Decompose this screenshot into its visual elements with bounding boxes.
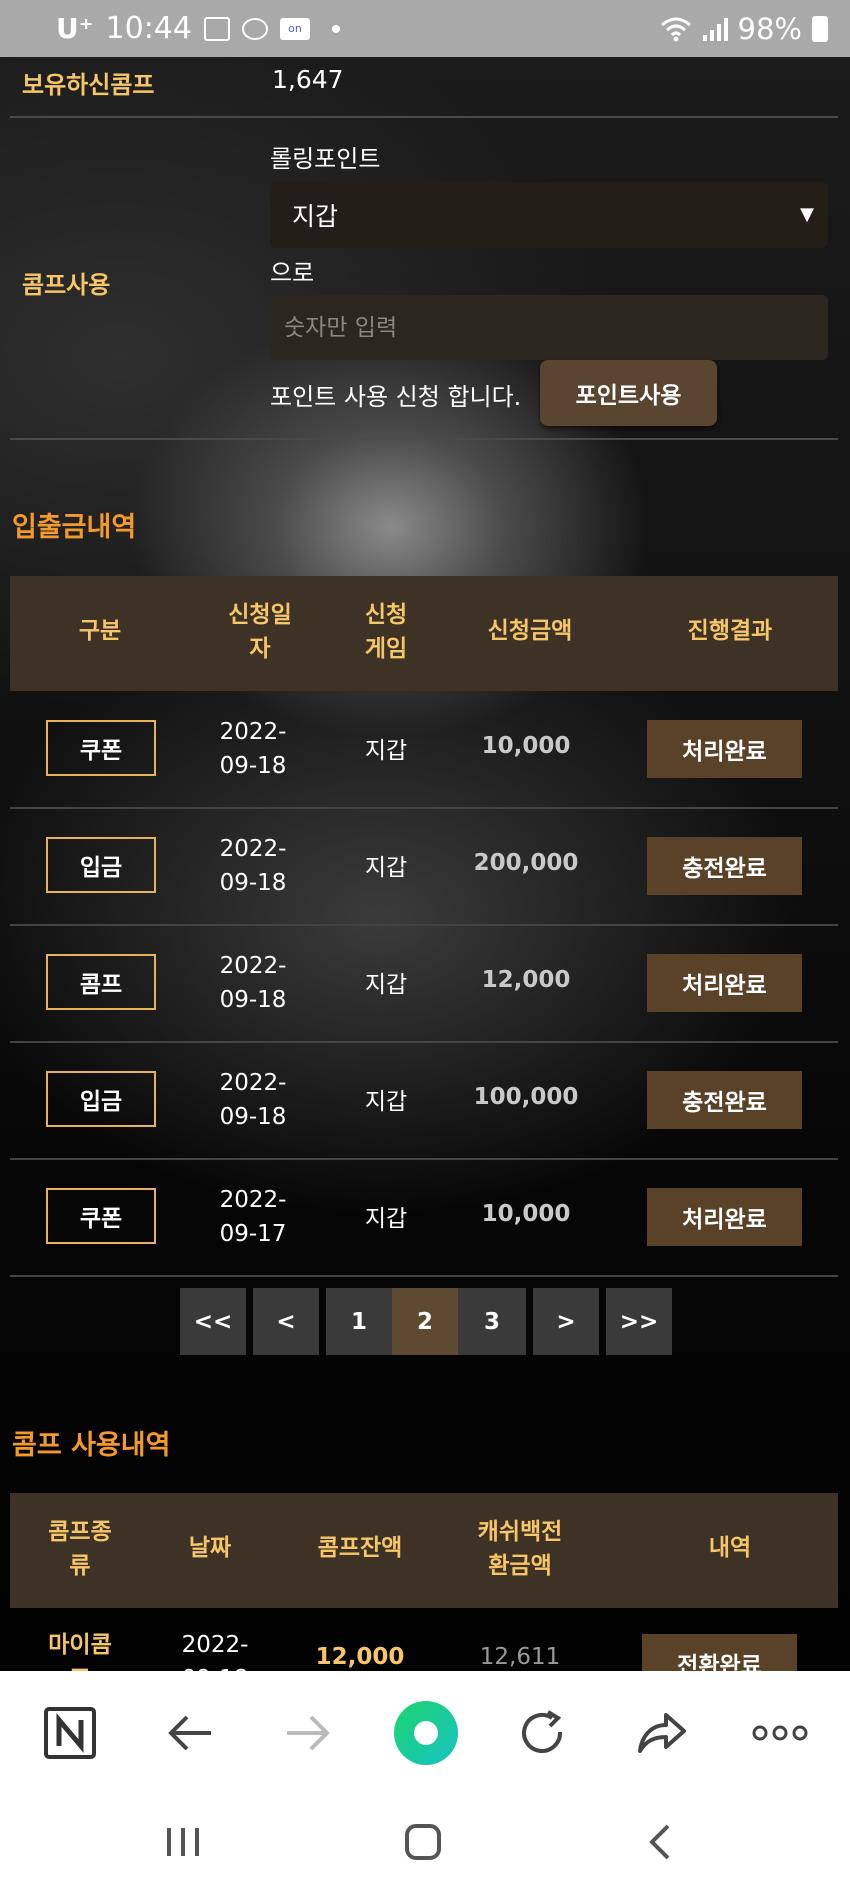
comp-history-title: 콤프 사용내역 (12, 1430, 171, 1461)
status-button[interactable]: 전환완료 (642, 1634, 797, 1671)
to-label: 으로 (270, 259, 315, 287)
divider (10, 116, 838, 118)
row-date: 2022- 09-18 (219, 953, 287, 1013)
target-select[interactable]: 지갑 ▼ (270, 182, 828, 248)
table-row: 콤프 2022- 09-18 지갑 12,000 처리완료 (10, 925, 838, 1043)
use-point-button[interactable]: 포인트사용 (540, 360, 717, 426)
camera-app-icon: on (279, 17, 310, 40)
naver-icon[interactable] (30, 1671, 110, 1794)
type-badge: 입금 (46, 837, 156, 893)
col-type: 구분 (78, 618, 122, 644)
table-row: 입금 2022- 09-18 지갑 200,000 충전완료 (10, 808, 838, 926)
table-row: 마이콤 프 2022- 09-18 12,000 12,611 전환완료 (10, 1608, 838, 1671)
status-button[interactable]: 충전완료 (647, 837, 802, 895)
status-button[interactable]: 충전완료 (647, 1071, 802, 1129)
table-row: 쿠폰 2022- 09-17 지갑 10,000 처리완료 (10, 1159, 838, 1277)
status-button[interactable]: 처리완료 (647, 954, 802, 1012)
col-cashback: 캐쉬백전 환금액 (477, 1519, 563, 1579)
type-badge: 쿠폰 (46, 1188, 156, 1244)
col-detail: 내역 (708, 1535, 752, 1561)
deposit-history-title: 입출금내역 (12, 512, 137, 543)
carrier-label: U⁺ (56, 12, 94, 45)
status-button[interactable]: 처리완료 (647, 1188, 802, 1246)
system-back-icon[interactable] (626, 1794, 692, 1889)
held-comp-label: 보유하신콤프 (22, 71, 155, 99)
row-date: 2022- 09-18 (219, 1070, 287, 1130)
browser-toolbar (0, 1671, 850, 1794)
target-select-value: 지갑 (292, 202, 339, 231)
back-icon[interactable] (150, 1671, 230, 1794)
last-page-button[interactable]: >> (606, 1288, 672, 1355)
col-balance: 콤프잔액 (317, 1535, 403, 1561)
row-amount: 12,000 (481, 967, 571, 993)
comp-table-header: 콤프종 류 날짜 콤프잔액 캐쉬백전 환금액 내역 (10, 1493, 838, 1608)
web-content: 보유하신콤프 1,647 콤프사용 롤링포인트 지갑 ▼ 으로 포인트 사용 신… (0, 57, 850, 1671)
row-game: 지갑 (364, 1089, 408, 1115)
system-navigation-bar (0, 1794, 850, 1889)
row-balance: 12,000 (315, 1644, 405, 1670)
more-notifications-dot (331, 24, 340, 33)
row-kind: 마이콤 프 (48, 1632, 112, 1671)
type-badge: 쿠폰 (46, 720, 156, 776)
row-game: 지갑 (364, 738, 408, 764)
type-badge: 콤프 (46, 954, 156, 1010)
divider (10, 438, 838, 440)
row-game: 지갑 (364, 972, 408, 998)
col-date: 신청일 자 (228, 602, 292, 662)
row-amount: 200,000 (473, 850, 579, 876)
pagination: << < 1 2 3 > >> (180, 1288, 672, 1355)
row-game: 지갑 (364, 855, 408, 881)
recent-apps-icon[interactable] (150, 1794, 216, 1889)
col-kind: 콤프종 류 (48, 1519, 112, 1579)
prev-page-button[interactable]: < (253, 1288, 319, 1355)
status-bar: U⁺ 10:44 on 98% (0, 0, 850, 57)
gallery-icon (203, 16, 230, 41)
refresh-icon[interactable] (503, 1671, 583, 1794)
message-icon (241, 17, 268, 40)
page-3-button[interactable]: 3 (458, 1288, 526, 1355)
col-date: 날짜 (188, 1535, 232, 1561)
type-badge: 입금 (46, 1071, 156, 1127)
battery-percent: 98% (737, 11, 802, 46)
deposit-table-header: 구분 신청일 자 신청 게임 신청금액 진행결과 (10, 576, 838, 691)
status-button[interactable]: 처리완료 (647, 720, 802, 778)
page-2-button[interactable]: 2 (392, 1288, 458, 1355)
forward-icon[interactable] (268, 1671, 348, 1794)
home-dot-icon[interactable] (384, 1671, 468, 1794)
wifi-icon (660, 17, 691, 41)
row-date: 2022- 09-18 (219, 836, 287, 896)
row-cashback: 12,611 (479, 1644, 561, 1670)
held-comp-value: 1,647 (272, 65, 344, 94)
home-icon[interactable] (390, 1794, 456, 1889)
col-result: 진행결과 (687, 618, 773, 644)
row-date: 2022- 09-18 (181, 1632, 249, 1671)
row-amount: 10,000 (481, 733, 571, 759)
comp-use-label: 콤프사용 (22, 271, 111, 299)
row-game: 지갑 (364, 1206, 408, 1232)
row-amount: 10,000 (481, 1201, 571, 1227)
share-icon[interactable] (622, 1671, 702, 1794)
page-1-button[interactable]: 1 (326, 1288, 392, 1355)
clock: 10:44 (105, 11, 192, 46)
table-row: 쿠폰 2022- 09-18 지갑 10,000 처리완료 (10, 691, 838, 809)
row-amount: 100,000 (473, 1084, 579, 1110)
apply-text: 포인트 사용 신청 합니다. (270, 383, 522, 411)
signal-icon (702, 17, 728, 41)
more-icon[interactable] (740, 1671, 820, 1794)
row-date: 2022- 09-18 (219, 719, 287, 779)
row-date: 2022- 09-17 (219, 1187, 287, 1247)
col-amount: 신청금액 (487, 618, 573, 644)
next-page-button[interactable]: > (533, 1288, 599, 1355)
battery-icon (812, 15, 828, 42)
amount-input[interactable] (270, 295, 828, 360)
chevron-down-icon: ▼ (800, 204, 814, 225)
col-game: 신청 게임 (364, 602, 408, 662)
first-page-button[interactable]: << (180, 1288, 246, 1355)
rolling-point-label: 롤링포인트 (270, 145, 381, 173)
table-row: 입금 2022- 09-18 지갑 100,000 충전완료 (10, 1042, 838, 1160)
